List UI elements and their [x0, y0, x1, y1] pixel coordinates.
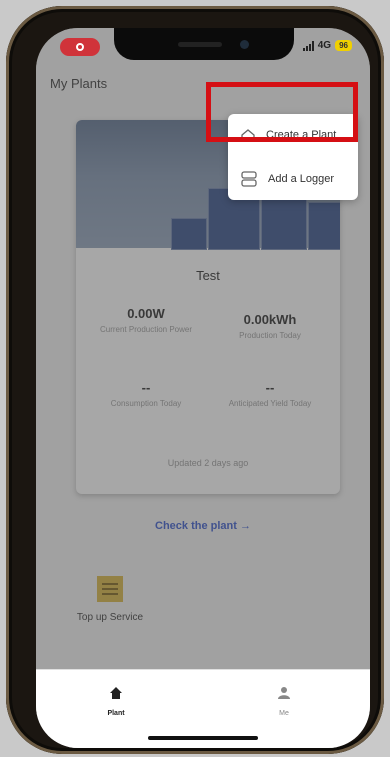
home-icon	[110, 687, 122, 699]
logger-icon	[241, 171, 257, 187]
person-icon	[278, 687, 290, 699]
phone-frame: 4G 96 My Plants Test 0.00W Current Produ…	[6, 6, 384, 754]
status-bar: 4G 96	[302, 40, 352, 51]
record-icon	[76, 43, 84, 51]
battery-indicator: 96	[335, 40, 352, 51]
screen-recording-indicator[interactable]	[60, 38, 100, 56]
app-screen: 4G 96 My Plants Test 0.00W Current Produ…	[36, 28, 370, 748]
home-indicator	[148, 736, 258, 740]
menu-item-add-logger[interactable]: Add a Logger	[228, 158, 358, 200]
tab-me[interactable]: Me	[254, 686, 314, 717]
signal-icon	[302, 40, 314, 51]
tab-plant[interactable]: Plant	[86, 686, 146, 717]
tab-label: Me	[279, 710, 289, 717]
network-type: 4G	[317, 40, 332, 51]
speaker	[178, 42, 222, 47]
tab-bar: Plant Me	[36, 669, 370, 748]
annotation-highlight-box	[206, 82, 358, 142]
menu-item-label: Add a Logger	[268, 173, 335, 185]
camera	[240, 40, 249, 49]
tab-label: Plant	[107, 710, 125, 717]
notch	[114, 28, 294, 60]
